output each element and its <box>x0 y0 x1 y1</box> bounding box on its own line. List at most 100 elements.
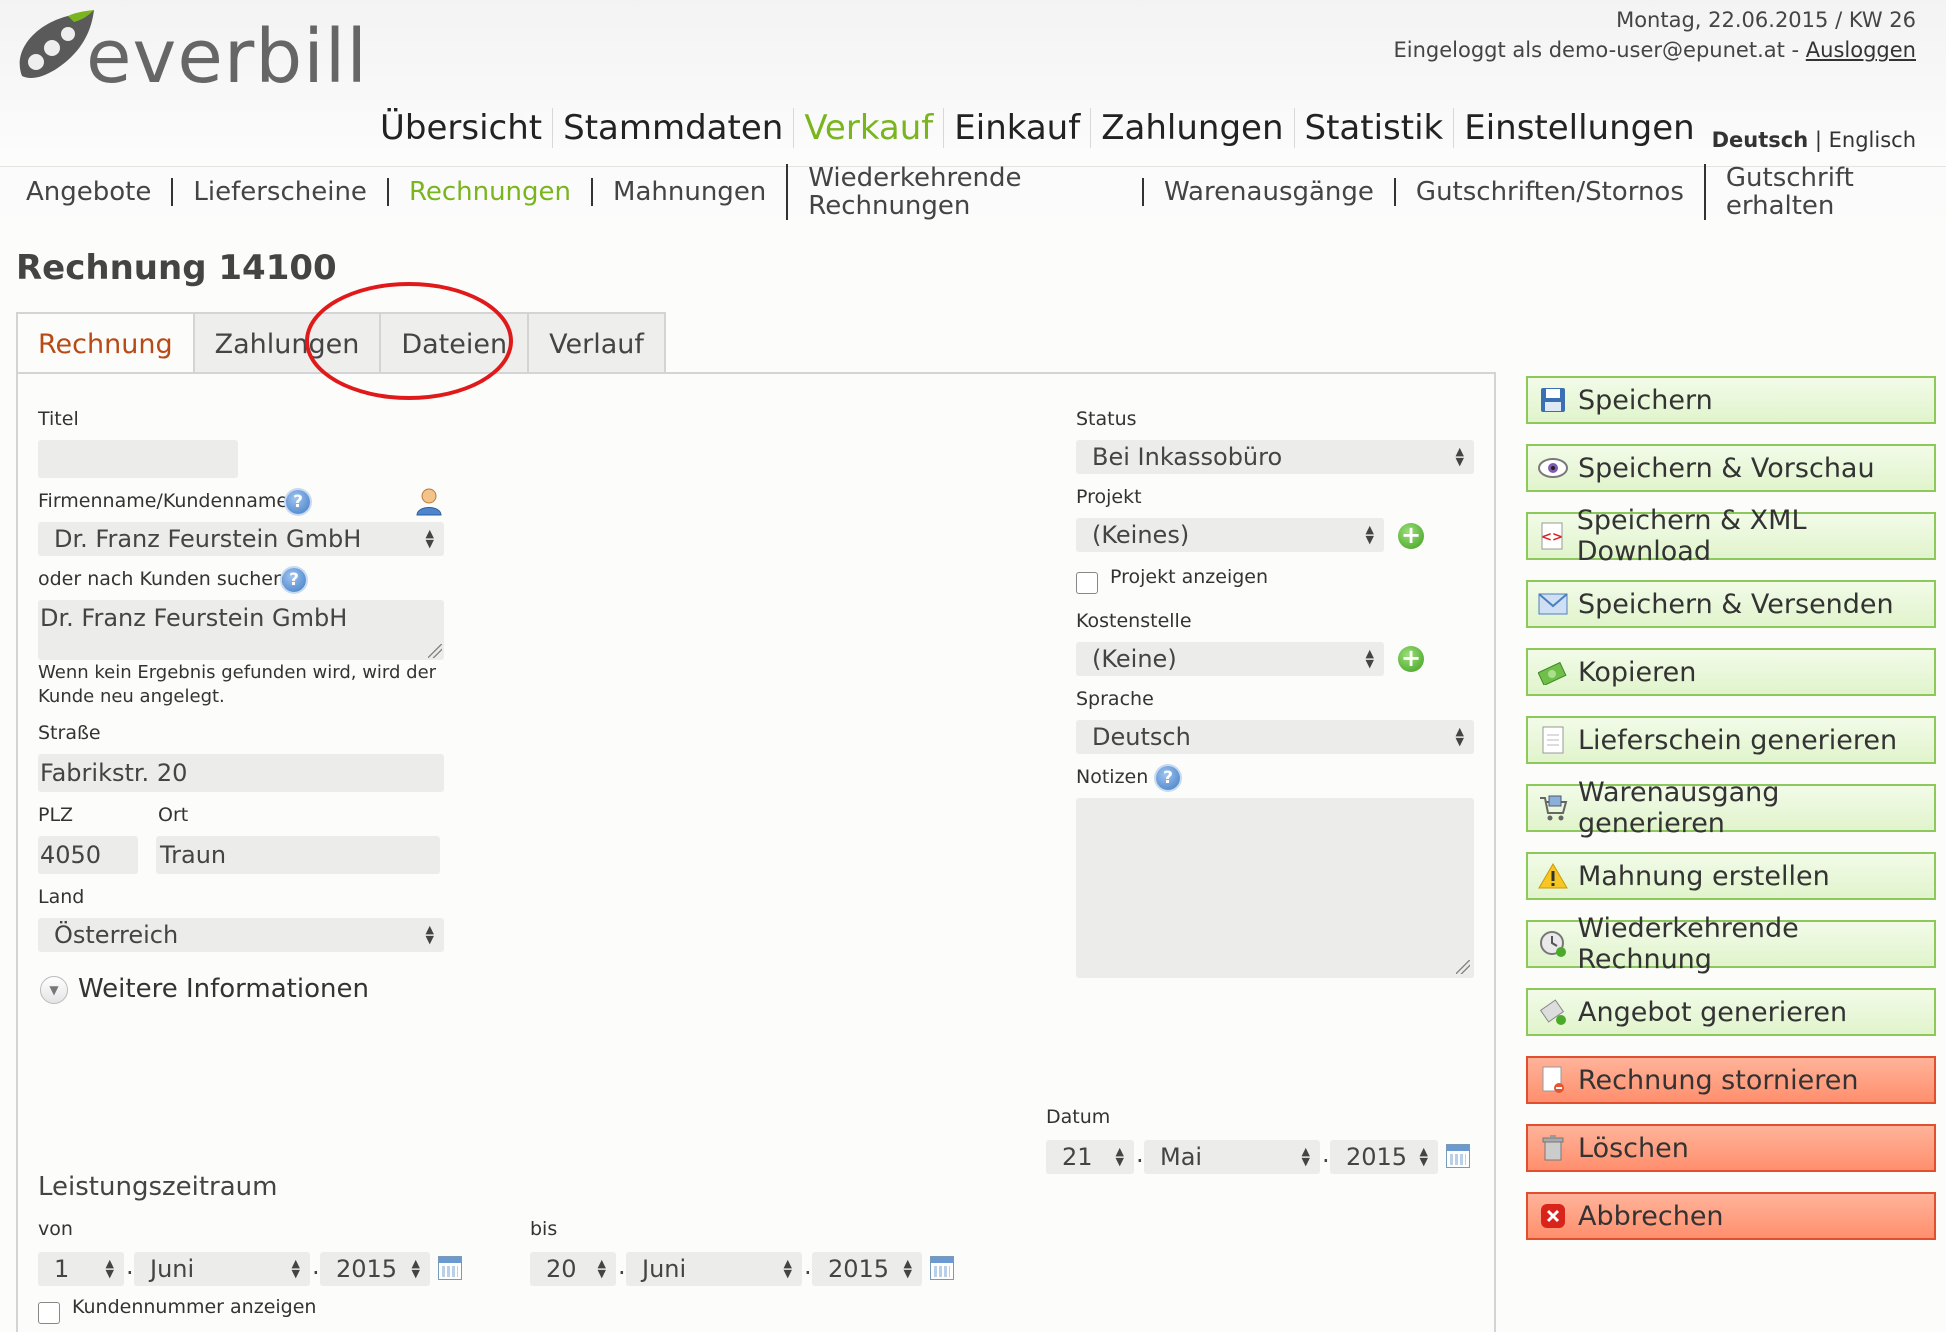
datum-day-select[interactable]: 21 ▲ ▼ <box>1046 1140 1134 1174</box>
xml-code-icon: <> <box>1538 521 1567 551</box>
kostenstelle-select[interactable]: (Keine) ▲ ▼ <box>1076 642 1384 676</box>
calendar-icon[interactable] <box>1446 1144 1470 1168</box>
datum-year-select[interactable]: 2015 ▲ ▼ <box>1330 1140 1438 1174</box>
lang-englisch[interactable]: Englisch <box>1829 128 1916 152</box>
nav-einkauf[interactable]: Einkauf <box>943 108 1090 148</box>
leistungszeitraum-heading: Leistungszeitraum <box>38 1172 278 1202</box>
cancel-document-icon <box>1538 1065 1568 1095</box>
strasse-input[interactable]: Fabrikstr. 20 <box>38 754 444 792</box>
select-arrows-icon: ▲ ▼ <box>903 1257 912 1280</box>
tab-verlauf[interactable]: Verlauf <box>529 312 666 374</box>
kopieren-label: Kopieren <box>1578 656 1697 688</box>
plz-label: PLZ <box>38 804 74 826</box>
help-icon[interactable]: ? <box>286 490 310 514</box>
warenausgang-generieren-button[interactable]: Warenausgang generieren <box>1526 777 1936 839</box>
calendar-icon[interactable] <box>438 1256 462 1280</box>
bis-year-select[interactable]: 2015 ▲ ▼ <box>812 1252 922 1286</box>
subnav-gutschriften-stornos[interactable]: Gutschriften/Stornos <box>1393 177 1704 206</box>
von-day-value: 1 <box>54 1255 70 1283</box>
subnav-rechnungen[interactable]: Rechnungen <box>386 177 591 206</box>
tab-rechnung[interactable]: Rechnung <box>16 312 195 374</box>
logout-link[interactable]: Ausloggen <box>1806 38 1916 62</box>
datum-year-value: 2015 <box>1346 1143 1408 1171</box>
rechnung-stornieren-button[interactable]: Rechnung stornieren <box>1526 1056 1936 1104</box>
nav-zahlungen[interactable]: Zahlungen <box>1090 108 1293 148</box>
annotation-circle <box>305 282 513 400</box>
nav-verkauf[interactable]: Verkauf <box>793 108 943 148</box>
von-month-select[interactable]: Juni ▲ ▼ <box>134 1252 310 1286</box>
kunde-suche-textarea[interactable]: Dr. Franz Feurstein GmbH <box>38 600 444 660</box>
date-separator: . <box>312 1252 320 1280</box>
status-select[interactable]: Bei Inkassobüro ▲ ▼ <box>1076 440 1474 474</box>
date-display: Montag, 22.06.2015 / KW 26 <box>1616 8 1916 32</box>
calendar-icon[interactable] <box>930 1256 954 1280</box>
subnav-warenausgaenge[interactable]: Warenausgänge <box>1141 177 1394 206</box>
kundennummer-checkbox[interactable] <box>38 1302 60 1324</box>
subnav-angebote[interactable]: Angebote <box>16 178 171 206</box>
eye-icon <box>1538 453 1568 483</box>
datum-month-select[interactable]: Mai ▲ ▼ <box>1144 1140 1320 1174</box>
projekt-select[interactable]: (Keines) ▲ ▼ <box>1076 518 1384 552</box>
speichern-button[interactable]: Speichern <box>1526 376 1936 424</box>
subnav-wiederkehrende-rechnungen[interactable]: Wiederkehrende Rechnungen <box>786 163 1142 220</box>
firma-select-value: Dr. Franz Feurstein GmbH <box>54 525 362 553</box>
plz-input[interactable]: 4050 <box>38 836 138 874</box>
subnav-lieferscheine[interactable]: Lieferscheine <box>171 177 387 206</box>
loeschen-button[interactable]: Löschen <box>1526 1124 1936 1172</box>
help-icon[interactable]: ? <box>282 568 306 592</box>
nav-uebersicht[interactable]: Übersicht <box>370 108 552 148</box>
nav-stammdaten[interactable]: Stammdaten <box>552 108 793 148</box>
resize-handle-icon[interactable] <box>1456 960 1470 974</box>
help-icon[interactable]: ? <box>1156 766 1180 790</box>
projekt-anzeigen-label: Projekt anzeigen <box>1110 566 1269 588</box>
expand-chevron-icon[interactable]: ▼ <box>40 976 68 1004</box>
angebot-generieren-button[interactable]: Angebot generieren <box>1526 988 1936 1036</box>
subnav-gutschrift-erhalten[interactable]: Gutschrift erhalten <box>1703 163 1946 220</box>
add-kostenstelle-icon[interactable]: + <box>1398 646 1424 672</box>
speichern-xml-download-button[interactable]: <> Speichern & XML Download <box>1526 505 1936 567</box>
page-title: Rechnung 14100 <box>16 248 337 288</box>
bis-label: bis <box>530 1218 558 1240</box>
select-arrows-icon: ▲ ▼ <box>425 923 434 946</box>
mahnung-erstellen-label: Mahnung erstellen <box>1578 860 1830 892</box>
weitere-informationen-toggle[interactable]: Weitere Informationen <box>78 974 369 1004</box>
wiederkehrende-rechnung-button[interactable]: Wiederkehrende Rechnung <box>1526 913 1936 975</box>
speichern-vorschau-button[interactable]: Speichern & Vorschau <box>1526 444 1936 492</box>
select-arrows-icon: ▲ ▼ <box>1115 1145 1124 1168</box>
add-projekt-icon[interactable]: + <box>1398 523 1424 549</box>
kundennummer-label: Kundennummer anzeigen <box>72 1296 317 1318</box>
nav-statistik[interactable]: Statistik <box>1293 108 1454 148</box>
sprache-select[interactable]: Deutsch ▲ ▼ <box>1076 720 1474 754</box>
von-day-select[interactable]: 1 ▲ ▼ <box>38 1252 124 1286</box>
speichern-xml-download-label: Speichern & XML Download <box>1576 505 1807 567</box>
firma-select[interactable]: Dr. Franz Feurstein GmbH ▲ ▼ <box>38 522 444 556</box>
abbrechen-button[interactable]: Abbrechen <box>1526 1192 1936 1240</box>
titel-input[interactable] <box>38 440 238 478</box>
projekt-anzeigen-checkbox[interactable] <box>1076 572 1098 594</box>
datum-label: Datum <box>1046 1106 1111 1128</box>
lang-deutsch[interactable]: Deutsch <box>1712 128 1809 152</box>
subnav-mahnungen[interactable]: Mahnungen <box>591 177 786 206</box>
von-year-value: 2015 <box>336 1255 398 1283</box>
speichern-versenden-button[interactable]: Speichern & Versenden <box>1526 580 1936 628</box>
nav-einstellungen[interactable]: Einstellungen <box>1453 108 1704 148</box>
recurring-icon <box>1538 929 1567 959</box>
ort-input[interactable]: Traun <box>156 836 440 874</box>
trash-icon <box>1538 1133 1568 1163</box>
mahnung-erstellen-button[interactable]: Mahnung erstellen <box>1526 852 1936 900</box>
svg-text:<>: <> <box>1541 530 1563 545</box>
logo-text: everbill <box>86 14 368 100</box>
titel-label: Titel <box>38 408 79 430</box>
kopieren-button[interactable]: Kopieren <box>1526 648 1936 696</box>
land-select[interactable]: Österreich ▲ ▼ <box>38 918 444 952</box>
von-year-select[interactable]: 2015 ▲ ▼ <box>320 1252 430 1286</box>
customer-person-icon[interactable] <box>414 486 444 516</box>
date-separator: . <box>1136 1140 1144 1168</box>
bis-month-select[interactable]: Juni ▲ ▼ <box>626 1252 802 1286</box>
speichern-versenden-label: Speichern & Versenden <box>1578 588 1894 620</box>
ort-label: Ort <box>158 804 189 826</box>
resize-handle-icon[interactable] <box>428 644 442 658</box>
notizen-textarea[interactable] <box>1076 798 1474 978</box>
bis-day-select[interactable]: 20 ▲ ▼ <box>530 1252 616 1286</box>
lieferschein-generieren-button[interactable]: Lieferschein generieren <box>1526 716 1936 764</box>
